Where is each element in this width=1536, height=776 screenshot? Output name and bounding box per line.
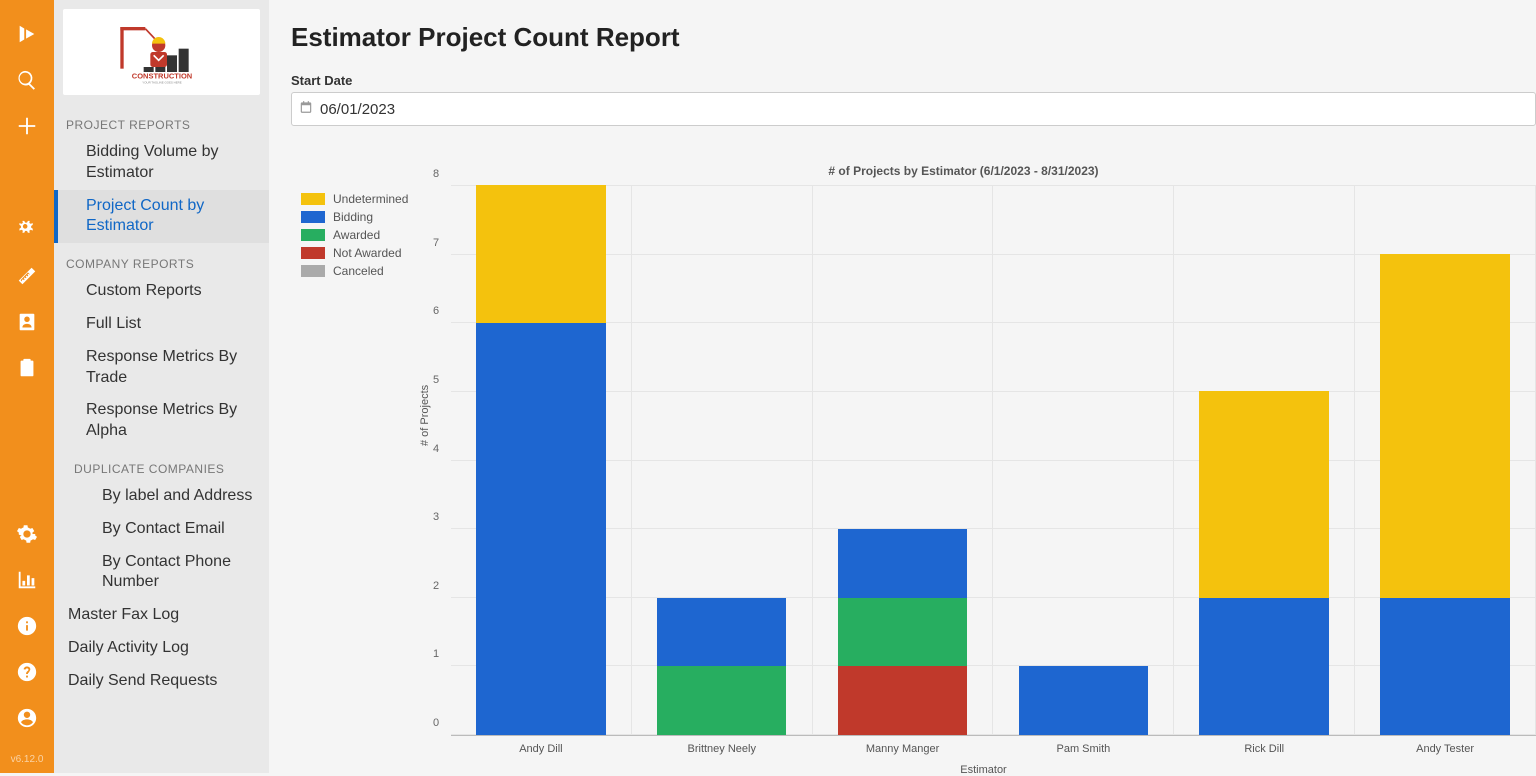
user-icon[interactable] (0, 704, 54, 732)
help-icon[interactable] (0, 658, 54, 686)
svg-text:CONSTRUCTION: CONSTRUCTION (131, 72, 191, 81)
nav-by-email[interactable]: By Contact Email (54, 513, 269, 546)
nav-response-alpha[interactable]: Response Metrics By Alpha (54, 394, 269, 448)
nav-project-count[interactable]: Project Count by Estimator (54, 190, 269, 244)
chart-title: # of Projects by Estimator (6/1/2023 - 8… (291, 164, 1536, 178)
legend-label: Bidding (333, 210, 373, 224)
plus-icon[interactable] (0, 112, 54, 140)
bar-stack[interactable] (838, 529, 967, 735)
bar-segment[interactable] (657, 598, 786, 667)
bar-stack[interactable] (657, 598, 786, 736)
company-logo: CONSTRUCTION YOUR TAGLINE GOES HERE (63, 9, 260, 95)
version-label: v6.12.0 (11, 754, 44, 765)
page-title: Estimator Project Count Report (291, 22, 1536, 53)
legend-label: Not Awarded (333, 246, 402, 260)
nav-master-fax[interactable]: Master Fax Log (54, 599, 269, 632)
bar-segment[interactable] (1019, 666, 1148, 735)
x-tick: Manny Manger (813, 743, 993, 755)
gears-icon[interactable] (0, 216, 54, 244)
start-date-input[interactable]: 06/01/2023 (291, 92, 1536, 126)
legend-item[interactable]: Undetermined (301, 192, 431, 206)
chart-column: Manny Manger (813, 186, 994, 735)
contact-icon[interactable] (0, 308, 54, 336)
y-tick: 7 (433, 237, 439, 249)
x-tick: Rick Dill (1174, 743, 1354, 755)
chart-column: Andy Dill (451, 186, 632, 735)
chart-plot: # of Projects 012345678Andy DillBrittney… (431, 186, 1536, 746)
legend-item[interactable]: Canceled (301, 264, 431, 278)
y-tick: 3 (433, 511, 439, 523)
x-tick: Pam Smith (993, 743, 1173, 755)
bar-segment[interactable] (838, 529, 967, 598)
bar-segment[interactable] (657, 666, 786, 735)
ruler-icon[interactable] (0, 262, 54, 290)
chart-column: Pam Smith (993, 186, 1174, 735)
section-duplicate: DUPLICATE COMPANIES (54, 448, 269, 480)
icon-rail: v6.12.0 (0, 0, 54, 773)
y-tick: 8 (433, 168, 439, 180)
legend-label: Canceled (333, 264, 384, 278)
y-tick: 0 (433, 717, 439, 729)
nav-custom-reports[interactable]: Custom Reports (54, 275, 269, 308)
bar-segment[interactable] (838, 598, 967, 667)
clipboard-icon[interactable] (0, 354, 54, 382)
bar-stack[interactable] (1019, 666, 1148, 735)
bar-segment[interactable] (1380, 254, 1509, 598)
search-icon[interactable] (0, 66, 54, 94)
y-tick: 4 (433, 443, 439, 455)
bar-segment[interactable] (1199, 391, 1328, 597)
x-tick: Andy Tester (1355, 743, 1535, 755)
nav-by-phone[interactable]: By Contact Phone Number (54, 546, 269, 600)
sidebar: CONSTRUCTION YOUR TAGLINE GOES HERE PROJ… (54, 0, 269, 773)
chart-column: Rick Dill (1174, 186, 1355, 735)
nav-bidding-volume[interactable]: Bidding Volume by Estimator (54, 136, 269, 190)
y-axis-label: # of Projects (419, 385, 431, 446)
section-project-reports: PROJECT REPORTS (54, 104, 269, 136)
bar-segment[interactable] (476, 185, 605, 323)
nav-by-label[interactable]: By label and Address (54, 480, 269, 513)
section-company-reports: COMPANY REPORTS (54, 243, 269, 275)
chart-column: Andy Tester (1355, 186, 1536, 735)
x-tick: Brittney Neely (632, 743, 812, 755)
nav-daily-activity[interactable]: Daily Activity Log (54, 632, 269, 665)
bar-stack[interactable] (476, 185, 605, 735)
y-tick: 1 (433, 648, 439, 660)
start-date-value: 06/01/2023 (320, 101, 395, 118)
legend-label: Undetermined (333, 192, 408, 206)
nav-daily-send[interactable]: Daily Send Requests (54, 665, 269, 698)
nav-response-trade[interactable]: Response Metrics By Trade (54, 341, 269, 395)
legend-item[interactable]: Bidding (301, 210, 431, 224)
chart-legend: Undetermined Bidding Awarded Not Awarded Can… (301, 186, 431, 746)
x-tick: Andy Dill (451, 743, 631, 755)
play-icon[interactable] (0, 20, 54, 48)
svg-text:YOUR TAGLINE GOES HERE: YOUR TAGLINE GOES HERE (142, 81, 182, 85)
main-content: Estimator Project Count Report Start Dat… (269, 0, 1536, 773)
chart-icon[interactable] (0, 566, 54, 594)
legend-item[interactable]: Not Awarded (301, 246, 431, 260)
info-icon[interactable] (0, 612, 54, 640)
bar-segment[interactable] (1199, 598, 1328, 736)
y-tick: 2 (433, 580, 439, 592)
bar-stack[interactable] (1199, 391, 1328, 735)
x-axis-label: Estimator (431, 764, 1536, 776)
chart-column: Brittney Neely (632, 186, 813, 735)
gear-icon[interactable] (0, 520, 54, 548)
bar-segment[interactable] (476, 323, 605, 736)
chart: # of Projects by Estimator (6/1/2023 - 8… (291, 164, 1536, 746)
legend-item[interactable]: Awarded (301, 228, 431, 242)
bar-segment[interactable] (1380, 598, 1509, 736)
bar-segment[interactable] (838, 666, 967, 735)
legend-label: Awarded (333, 228, 380, 242)
start-date-label: Start Date (291, 73, 1536, 88)
calendar-icon (292, 100, 320, 119)
nav-full-list[interactable]: Full List (54, 308, 269, 341)
y-tick: 6 (433, 305, 439, 317)
bar-stack[interactable] (1380, 254, 1509, 735)
y-tick: 5 (433, 374, 439, 386)
